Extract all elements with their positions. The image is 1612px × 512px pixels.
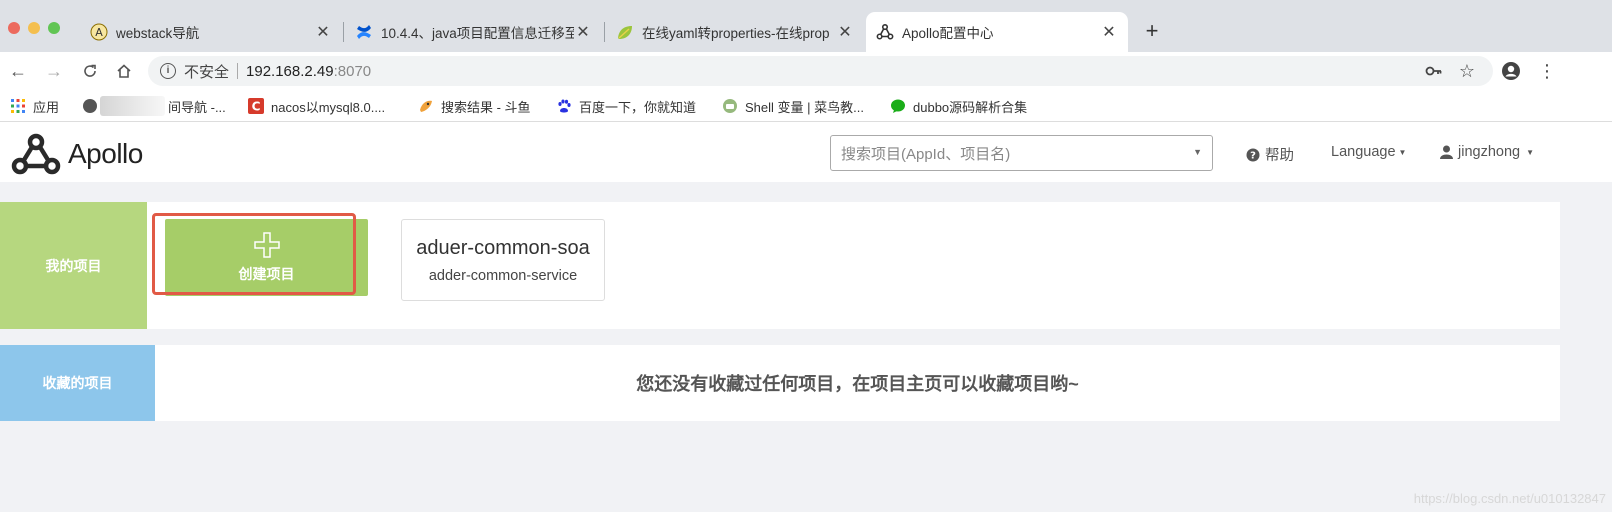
language-label: Language <box>1331 144 1396 160</box>
globe-icon <box>82 98 98 114</box>
bookmark-label: 间导航 -... <box>168 99 226 115</box>
confluence-icon <box>355 23 373 41</box>
bookmark-item[interactable]: Shell 变量 | 菜鸟教... <box>722 96 864 116</box>
back-arrow-icon[interactable]: ← <box>6 58 30 84</box>
url-host: 192.168.2.49 <box>246 62 334 80</box>
blurred-region <box>100 96 165 116</box>
tab-title: 10.4.4、java项目配置信息迁移至 <box>381 26 574 41</box>
address-divider <box>237 63 239 79</box>
browser-tab[interactable]: 在线yaml转properties-在线prop ✕ <box>606 12 864 52</box>
my-projects-section: 我的项目 创建项目 aduer-common-soa adder-common-… <box>0 202 1560 329</box>
bookmark-item[interactable]: C nacos以mysql8.0.... <box>248 96 385 116</box>
baidu-paw-icon <box>556 98 572 114</box>
bookmark-star-icon[interactable]: ☆ <box>1456 60 1478 82</box>
forward-arrow-icon[interactable]: → <box>42 58 66 84</box>
watermark: https://blog.csdn.net/u010132847 <box>1413 491 1606 506</box>
browser-toolbar: ← → i 不安全 192.168.2.49 :8070 ☆ ⋮ <box>0 52 1612 90</box>
user-icon <box>1440 145 1453 159</box>
a-circle-icon: A <box>90 23 108 41</box>
browser-tab[interactable]: 10.4.4、java项目配置信息迁移至 ✕ <box>345 12 602 52</box>
project-name: adder-common-service <box>428 267 578 284</box>
tab-close-icon[interactable]: ✕ <box>836 22 854 42</box>
language-dropdown[interactable]: Language ▼ <box>1331 144 1406 160</box>
window-minimize-button[interactable] <box>28 22 40 34</box>
caret-down-icon: ▼ <box>1398 147 1407 157</box>
project-card[interactable]: aduer-common-soa adder-common-service <box>401 219 605 301</box>
reload-icon[interactable] <box>78 58 102 84</box>
bookmark-item[interactable]: 百度一下，你就知道 <box>556 96 696 116</box>
home-icon[interactable] <box>112 58 136 84</box>
bookmark-item[interactable]: 应用 <box>10 96 59 116</box>
favorite-projects-section: 收藏的项目 您还没有收藏过任何项目，在项目主页可以收藏项目哟~ <box>0 345 1560 421</box>
bookmarks-bar: 应用 间导航 -... C nacos以mysql8.0.... 搜索结果 - … <box>0 90 1612 122</box>
bookmark-label: 百度一下，你就知道 <box>579 99 697 115</box>
bookmark-item[interactable]: dubbo源码解析合集 <box>890 96 1027 116</box>
tab-close-icon[interactable]: ✕ <box>1100 22 1118 42</box>
tab-title: Apollo配置中心 <box>902 26 994 41</box>
svg-text:?: ? <box>1250 150 1256 161</box>
caret-down-icon: ▼ <box>1193 147 1202 157</box>
tab-separator <box>604 22 605 42</box>
my-projects-label: 我的项目 <box>0 202 147 329</box>
bookmark-item[interactable]: 搜索结果 - 斗鱼 <box>418 96 531 116</box>
user-dropdown[interactable]: jingzhong ▼ <box>1440 144 1534 160</box>
tab-close-icon[interactable]: ✕ <box>314 22 332 42</box>
apps-grid-icon <box>10 98 26 114</box>
security-indicator: 不安全 <box>184 63 230 81</box>
address-bar[interactable]: i 不安全 192.168.2.49 :8070 <box>148 56 1493 86</box>
search-placeholder: 搜索项目(AppId、项目名) <box>841 145 1011 163</box>
window-close-button[interactable] <box>8 22 20 34</box>
apollo-logo[interactable]: Apollo <box>10 132 143 176</box>
browser-tab[interactable]: A webstack导航 ✕ <box>80 12 342 52</box>
tab-separator <box>343 22 344 42</box>
apollo-logo-icon <box>11 133 61 175</box>
favorites-empty-message: 您还没有收藏过任何项目，在项目主页可以收藏项目哟~ <box>636 374 1079 394</box>
leaf-icon <box>616 23 634 41</box>
bookmark-label: 搜索结果 - 斗鱼 <box>441 99 531 115</box>
project-app-id: aduer-common-soa <box>416 236 590 259</box>
new-tab-button[interactable]: + <box>1142 18 1162 44</box>
project-search-select[interactable]: 搜索项目(AppId、项目名) ▼ <box>830 135 1213 171</box>
bookmark-label: dubbo源码解析合集 <box>913 99 1028 115</box>
menu-kebab-icon[interactable]: ⋮ <box>1536 60 1558 82</box>
c-logo-icon: C <box>248 98 264 114</box>
tab-title: webstack导航 <box>116 26 200 41</box>
help-label: 帮助 <box>1265 148 1294 164</box>
url-port: :8070 <box>333 62 372 80</box>
apollo-icon <box>876 23 894 41</box>
info-icon[interactable]: i <box>160 63 176 79</box>
bookmark-label: Shell 变量 | 菜鸟教... <box>745 99 864 115</box>
browser-tab-strip: A webstack导航 ✕ 10.4.4、java项目配置信息迁移至 ✕ 在线… <box>0 0 1612 52</box>
user-name: jingzhong <box>1458 144 1521 160</box>
bookmark-label: 应用 <box>33 99 60 115</box>
favorite-projects-label: 收藏的项目 <box>0 345 155 421</box>
wechat-icon <box>890 98 906 114</box>
app-header: Apollo 搜索项目(AppId、项目名) ▼ ? 帮助 Language ▼… <box>0 122 1612 182</box>
douyu-icon <box>418 98 434 114</box>
key-icon[interactable] <box>1423 60 1445 82</box>
question-circle-icon: ? <box>1246 148 1260 161</box>
svg-text:C: C <box>252 100 261 114</box>
account-icon[interactable] <box>1500 60 1522 82</box>
tab-title: 在线yaml转properties-在线prop <box>642 26 830 41</box>
help-link[interactable]: ? 帮助 <box>1246 144 1294 165</box>
runoob-icon <box>722 98 738 114</box>
main-content: 我的项目 创建项目 aduer-common-soa adder-common-… <box>0 182 1612 512</box>
tab-close-icon[interactable]: ✕ <box>574 22 592 42</box>
caret-down-icon: ▼ <box>1526 147 1534 157</box>
browser-tab-active[interactable]: Apollo配置中心 ✕ <box>866 12 1128 52</box>
logo-text: Apollo <box>68 138 143 169</box>
annotation-highlight-box <box>152 213 356 295</box>
bookmark-label: nacos以mysql8.0.... <box>271 99 386 115</box>
svg-text:A: A <box>95 26 103 39</box>
window-zoom-button[interactable] <box>48 22 60 34</box>
